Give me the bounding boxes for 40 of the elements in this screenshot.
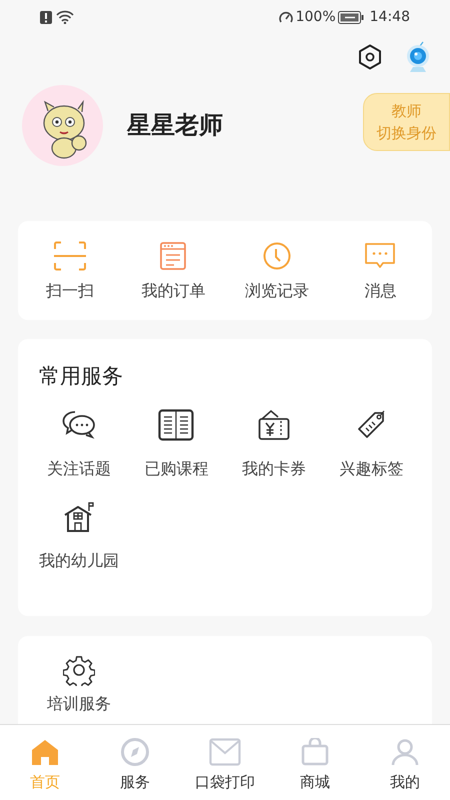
tab[interactable]: 商城 [270,725,360,800]
service-label[interactable]: 兴趣标签 [339,457,404,481]
settings-icon [62,654,95,686]
tab[interactable]: 服务 [90,725,180,800]
compass-icon [121,738,149,766]
open-book-icon [158,409,194,441]
service-label[interactable]: 已购课程 [144,457,208,481]
service-label[interactable]: 我的幼儿园 [38,549,119,573]
coupon-icon [258,409,290,441]
service-label[interactable]: 我的卡券 [242,457,306,481]
home-icon [31,739,59,765]
section-title: 常用服务 [39,363,124,390]
tab[interactable]: 口袋打印 [180,725,270,800]
quick-action-label[interactable]: 消息 [364,278,396,302]
battery-percent: 100% [296,8,336,26]
wifi-icon [56,10,74,24]
envelope-icon [209,738,241,766]
chat-bubbles-icon [62,410,96,440]
settings-icon[interactable] [358,44,382,70]
order-list-icon [160,242,186,270]
speed-icon [278,10,294,24]
scan-icon [52,240,87,270]
tag-icon [355,409,388,441]
avatar-icon[interactable] [22,84,103,166]
tab[interactable]: 我的 [360,725,450,800]
user-name: 星星老师 [127,110,223,141]
alert-icon [40,10,52,24]
clock-icon [262,242,291,270]
message-icon [364,242,396,270]
quick-action-label[interactable]: 扫一扫 [46,278,94,302]
service-label[interactable]: 关注话题 [46,457,111,481]
battery-icon [338,10,364,24]
quick-action-label[interactable]: 浏览记录 [244,278,309,302]
clock-time: 14:48 [370,8,410,26]
service-label[interactable]: 培训服务 [46,692,111,716]
house-icon [62,501,95,533]
quick-action-label[interactable]: 我的订单 [141,278,206,302]
person-icon [391,738,419,766]
bag-icon [301,738,329,766]
webcam-icon[interactable] [404,40,432,72]
